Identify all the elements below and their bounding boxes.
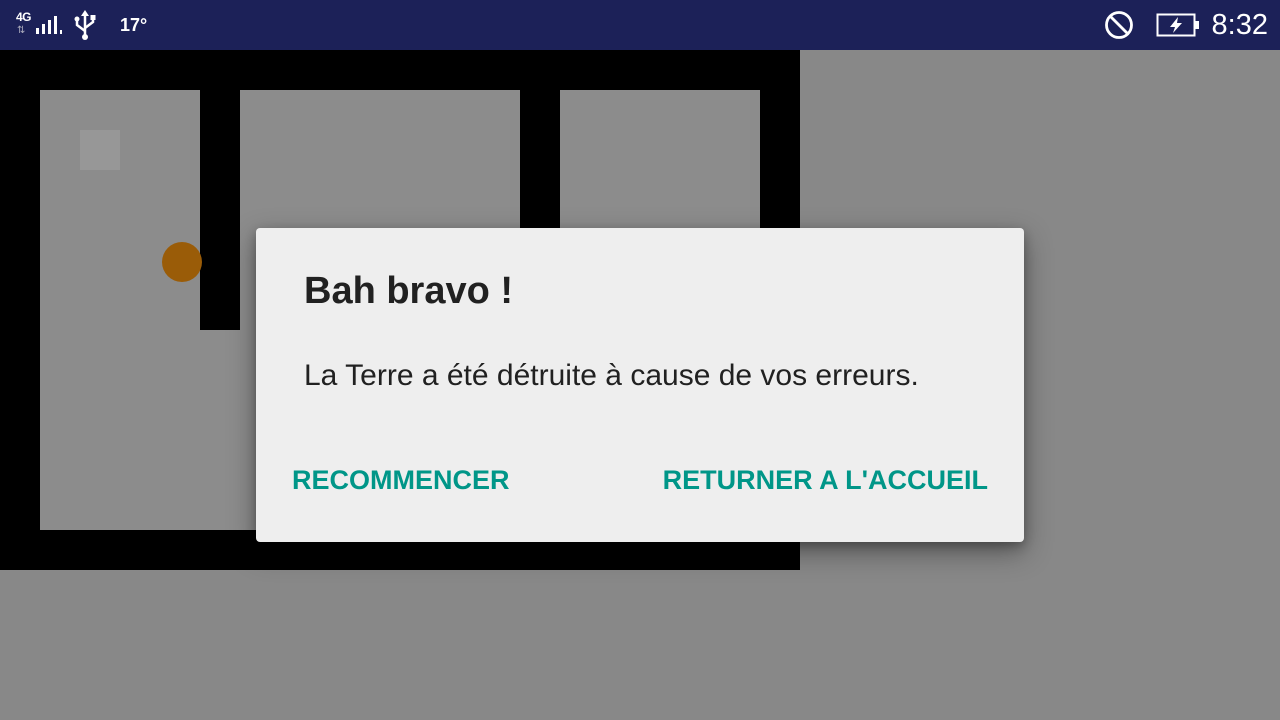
usb-icon	[72, 8, 102, 42]
maze-floor	[40, 90, 200, 530]
status-bar: 4G ⇅ 17° 8:32	[0, 0, 1280, 50]
restart-button[interactable]: RECOMMENCER	[288, 460, 514, 500]
dialog-title: Bah bravo !	[304, 270, 514, 312]
network-type: 4G	[16, 10, 32, 24]
player-ball[interactable]	[162, 242, 202, 282]
dialog-message: La Terre a été détruite à cause de vos e…	[304, 359, 919, 392]
return-home-button[interactable]: RETURNER A L'ACCUEIL	[659, 460, 992, 500]
do-not-disturb-icon	[1104, 9, 1136, 41]
game-over-dialog: Bah bravo ! La Terre a été détruite à ca…	[256, 228, 1024, 542]
maze-goal-tile	[80, 130, 120, 170]
signal-icon: 4G ⇅	[14, 8, 64, 42]
clock: 8:32	[1211, 8, 1268, 41]
status-right: 8:32	[1104, 8, 1268, 42]
temperature: 17°	[120, 14, 148, 35]
data-arrows-icon: ⇅	[17, 25, 26, 36]
battery-charging-icon	[1156, 11, 1202, 39]
status-left: 4G ⇅ 17°	[14, 8, 147, 42]
